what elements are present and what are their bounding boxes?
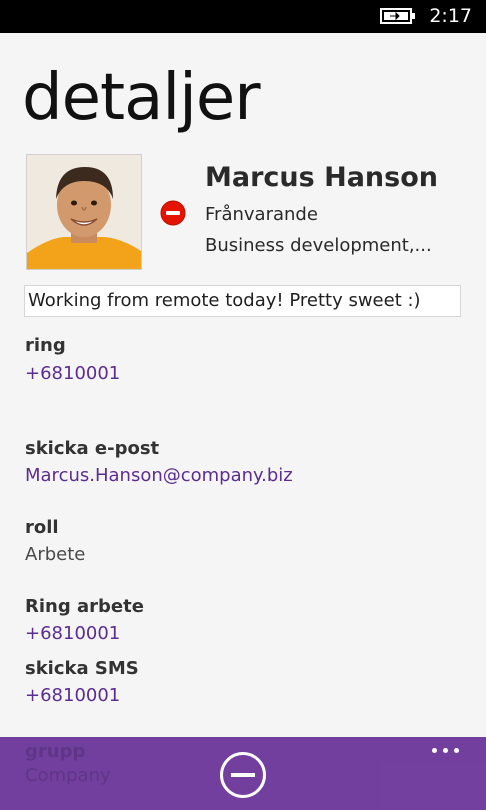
more-ellipsis-icon[interactable] <box>430 741 462 759</box>
status-message: Working from remote today! Pretty sweet … <box>24 285 461 317</box>
call-label: ring <box>25 335 66 356</box>
email-link[interactable]: Marcus.Hanson@company.biz <box>25 464 293 488</box>
more-dot <box>443 748 448 753</box>
group-value: Company <box>25 765 111 786</box>
do-not-disturb-icon <box>160 200 186 226</box>
page-title: detaljer <box>22 61 261 135</box>
more-dot <box>454 748 459 753</box>
battery-charging-icon <box>380 8 415 24</box>
call-phone-link[interactable]: +6810001 <box>25 362 120 386</box>
contact-name: Marcus Hanson <box>205 162 438 193</box>
app-bar: grupp Company <box>0 737 486 810</box>
avatar-photo-icon <box>27 155 141 269</box>
presence-status: Frånvarande <box>205 204 318 225</box>
more-dot <box>432 748 437 753</box>
sms-label: skicka SMS <box>25 658 139 679</box>
status-bar: 2:17 <box>0 0 486 33</box>
email-label: skicka e-post <box>25 438 160 459</box>
status-time: 2:17 <box>429 5 472 27</box>
role-value: Arbete <box>25 544 86 565</box>
role-label: roll <box>25 517 59 538</box>
sms-link[interactable]: +6810001 <box>25 684 120 708</box>
remove-circle-icon[interactable] <box>219 751 267 799</box>
call-work-link[interactable]: +6810001 <box>25 622 120 646</box>
job-title: Business development,... <box>205 235 432 256</box>
group-label: grupp <box>25 741 86 762</box>
call-work-label: Ring arbete <box>25 596 144 617</box>
avatar[interactable] <box>26 154 142 270</box>
